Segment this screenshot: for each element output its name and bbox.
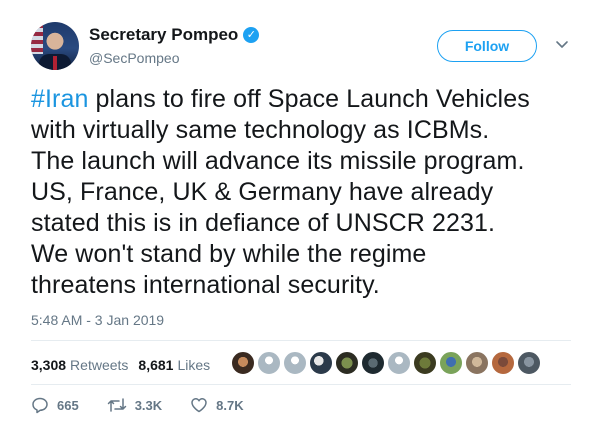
retweet-icon bbox=[107, 398, 126, 412]
like-button[interactable]: 8.7K bbox=[190, 396, 244, 414]
likes-count[interactable]: 8,681 bbox=[138, 357, 173, 373]
tweet-line: We won't stand by while the regime bbox=[31, 240, 427, 268]
chevron-down-icon[interactable] bbox=[555, 38, 569, 52]
liker-avatar[interactable] bbox=[413, 351, 437, 375]
author-name-row[interactable]: Secretary Pompeo ✓ bbox=[89, 25, 260, 45]
liker-avatar[interactable] bbox=[517, 351, 541, 375]
like-icon bbox=[191, 398, 207, 413]
avatar-tie bbox=[53, 56, 57, 70]
tweet-stats: 3,308 Retweets 8,681 Likes bbox=[31, 353, 220, 377]
tweet-line: The launch will advance its missile prog… bbox=[31, 147, 525, 175]
tweet-text: #Iran plans to fire off Space Launch Veh… bbox=[31, 84, 571, 301]
author-handle[interactable]: @SecPompeo bbox=[89, 50, 179, 66]
liker-avatar[interactable] bbox=[309, 351, 333, 375]
liker-avatars bbox=[231, 351, 543, 375]
liker-avatar[interactable] bbox=[491, 351, 515, 375]
retweet-button[interactable]: 3.3K bbox=[107, 396, 162, 414]
likes-label[interactable]: Likes bbox=[177, 357, 210, 373]
tweet-line: with virtually same technology as ICBMs. bbox=[31, 116, 490, 144]
tweet-line: #Iran plans to fire off Space Launch Veh… bbox=[31, 84, 571, 115]
liker-avatar[interactable] bbox=[283, 351, 307, 375]
tweet-line: US, France, UK & Germany have already bbox=[31, 178, 494, 206]
tweet-line: stated this is in defiance of UNSCR 2231… bbox=[31, 209, 496, 237]
liker-avatar[interactable] bbox=[231, 351, 255, 375]
follow-button[interactable]: Follow bbox=[437, 30, 537, 62]
reply-icon bbox=[32, 397, 48, 414]
tweet-timestamp[interactable]: 5:48 AM - 3 Jan 2019 bbox=[31, 312, 164, 328]
tweet-actions: 665 3.3K 8.7K bbox=[31, 396, 272, 414]
avatar-flag bbox=[31, 24, 43, 54]
liker-avatar[interactable] bbox=[335, 351, 359, 375]
divider bbox=[31, 340, 571, 341]
reply-button[interactable]: 665 bbox=[31, 396, 79, 414]
reply-count: 665 bbox=[57, 397, 79, 413]
liker-avatar[interactable] bbox=[439, 351, 463, 375]
retweets-count[interactable]: 3,308 bbox=[31, 357, 66, 373]
like-count: 8.7K bbox=[216, 397, 244, 413]
liker-avatar[interactable] bbox=[257, 351, 281, 375]
hashtag-link[interactable]: #Iran bbox=[31, 85, 88, 113]
tweet-line: threatens international security. bbox=[31, 271, 380, 299]
verified-badge-icon: ✓ bbox=[243, 27, 260, 43]
liker-avatar[interactable] bbox=[465, 351, 489, 375]
tweet-line-text: plans to fire off Space Launch Vehicles bbox=[88, 85, 530, 113]
liker-avatar[interactable] bbox=[361, 351, 385, 375]
retweet-count: 3.3K bbox=[134, 397, 163, 413]
divider bbox=[31, 384, 571, 385]
author-avatar[interactable] bbox=[31, 22, 79, 70]
liker-avatar[interactable] bbox=[387, 351, 411, 375]
author-display-name[interactable]: Secretary Pompeo bbox=[89, 25, 238, 45]
retweets-label[interactable]: Retweets bbox=[70, 357, 128, 373]
